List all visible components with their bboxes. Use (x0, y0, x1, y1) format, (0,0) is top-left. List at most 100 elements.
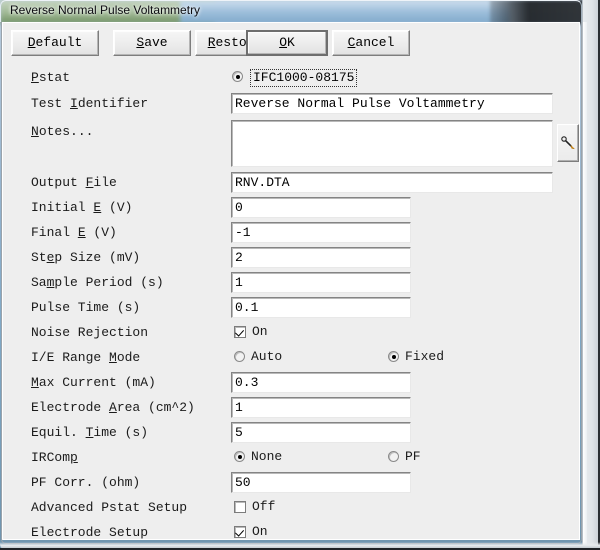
initial-e-label: Initial E (V) (31, 200, 132, 215)
ircomp-pf-indicator (388, 451, 399, 462)
ie-range-mode-fixed-label: Fixed (405, 349, 445, 364)
electrode-area-label-pre: Electrode (31, 400, 110, 415)
max-current-label: Max Current (mA) (31, 375, 156, 390)
dialog-client-area: Default Save Restore OK Cancel Pstat IFC… (2, 22, 580, 540)
test-identifier-label-rest: dentifier (77, 96, 149, 111)
default-button[interactable]: Default (11, 30, 99, 56)
pstat-label-rest: stat (38, 70, 71, 85)
notes-pen-button[interactable] (557, 124, 579, 162)
final-e-label-accel: E (77, 225, 86, 240)
equil-time-label-rest: ime (s) (93, 425, 149, 440)
equil-time-label-pre: Equil. (31, 425, 86, 440)
title-bar[interactable]: Reverse Normal Pulse Voltammetry (0, 0, 600, 22)
notes-label-accel: N (31, 124, 39, 139)
default-button-label: efault (35, 35, 83, 50)
ie-range-mode-fixed-radio[interactable]: Fixed (388, 349, 444, 364)
noise-rejection-checkbox-box (234, 325, 246, 338)
initial-e-input[interactable]: 0 (231, 197, 411, 218)
ie-range-mode-auto-label: Auto (251, 349, 283, 364)
ircomp-pf-label: PF (405, 449, 421, 464)
test-identifier-label-accel: I (70, 96, 78, 111)
cancel-button-label: ancel (355, 35, 395, 50)
notes-label-rest: otes... (38, 124, 94, 139)
ie-range-mode-label-rest: ode (116, 350, 141, 365)
ok-button-accel: O (279, 35, 287, 50)
output-file-label: Output File (31, 175, 117, 190)
pstat-value[interactable]: IFC1000-08175 (250, 69, 358, 87)
advanced-pstat-setup-checkbox[interactable]: Off (234, 499, 275, 514)
restore-button-accel: R (207, 35, 216, 50)
electrode-area-label-rest: rea (cm^2) (116, 400, 195, 415)
pstat-label-accel: P (31, 70, 39, 85)
ie-range-mode-auto-radio[interactable]: Auto (234, 349, 282, 364)
final-e-label: Final E (V) (31, 225, 117, 240)
ok-button[interactable]: OK (246, 30, 328, 56)
sample-period-label: Sample Period (s) (31, 275, 164, 290)
noise-rejection-label: Noise Rejection (31, 325, 149, 340)
electrode-setup-checkbox-box (234, 525, 246, 538)
ircomp-pf-radio[interactable]: PF (388, 449, 421, 464)
equil-time-label: Equil. Time (s) (31, 425, 148, 440)
step-size-label-pre: St (31, 250, 47, 265)
electrode-setup-checkbox-label: On (252, 524, 268, 539)
final-e-label-pre: Final (31, 225, 78, 240)
test-identifier-label: Test Identifier (31, 96, 148, 111)
test-identifier-label-pre: Test (31, 96, 71, 111)
window-title: Reverse Normal Pulse Voltammetry (10, 3, 201, 17)
ircomp-label: IRComp (31, 450, 78, 465)
notes-label: Notes... (31, 124, 93, 139)
save-button[interactable]: Save (113, 30, 191, 56)
final-e-input[interactable]: -1 (231, 222, 411, 243)
ircomp-none-label: None (251, 449, 283, 464)
output-file-label-rest: ile (93, 175, 117, 190)
cancel-button[interactable]: Cancel (332, 30, 410, 56)
pstat-radio-indicator (232, 71, 243, 82)
ircomp-none-indicator (234, 451, 245, 462)
ie-range-mode-label-pre: I/E Range (31, 350, 110, 365)
pulse-time-input[interactable]: 0.1 (231, 297, 411, 318)
notes-textarea[interactable] (231, 120, 553, 167)
initial-e-label-rest: (V) (101, 200, 133, 215)
noise-rejection-checkbox[interactable]: On (234, 324, 268, 339)
electrode-area-label: Electrode Area (cm^2) (31, 400, 195, 415)
window-frame-highlight (583, 22, 587, 550)
pstat-radio[interactable] (232, 71, 243, 82)
pf-corr-input[interactable]: 50 (231, 472, 411, 493)
step-size-input[interactable]: 2 (231, 247, 411, 268)
ok-button-label: K (287, 35, 295, 50)
electrode-area-input[interactable]: 1 (231, 397, 411, 418)
ircomp-label-pre: IRCom (31, 450, 71, 465)
pf-corr-label: PF Corr. (ohm) (31, 475, 141, 490)
output-file-label-pre: Output (31, 175, 86, 190)
dialog-window: Reverse Normal Pulse Voltammetry Default… (0, 0, 600, 550)
ie-range-mode-label: I/E Range Mode (31, 350, 140, 365)
noise-rejection-checkbox-label: On (252, 324, 268, 339)
max-current-input[interactable]: 0.3 (231, 372, 411, 393)
sample-period-label-pre: Sa (31, 275, 47, 290)
equil-time-input[interactable]: 5 (231, 422, 411, 443)
ie-range-mode-fixed-indicator (388, 351, 399, 362)
test-identifier-input[interactable]: Reverse Normal Pulse Voltammetry (231, 93, 553, 114)
output-file-input[interactable]: RNV.DTA (231, 172, 553, 193)
sample-period-input[interactable]: 1 (231, 272, 411, 293)
ircomp-none-radio[interactable]: None (234, 449, 282, 464)
advanced-pstat-setup-label: Advanced Pstat Setup (31, 500, 188, 515)
sample-period-label-rest: ple Period (s) (54, 275, 164, 290)
final-e-label-rest: (V) (85, 225, 117, 240)
step-size-label-rest: p Size (mV) (54, 250, 141, 265)
default-button-accel: D (27, 35, 36, 50)
pulse-time-label: Pulse Time (s) (31, 300, 141, 315)
ie-range-mode-label-accel: M (109, 350, 117, 365)
step-size-label: Step Size (mV) (31, 250, 140, 265)
window-right-frame (582, 0, 600, 550)
electrode-area-label-accel: A (109, 400, 117, 415)
electrode-setup-checkbox[interactable]: On (234, 524, 268, 539)
save-button-label: ave (144, 35, 168, 50)
ie-range-mode-auto-indicator (234, 351, 245, 362)
advanced-pstat-setup-checkbox-box (234, 500, 246, 513)
ircomp-label-accel: p (70, 450, 78, 465)
initial-e-label-pre: Initial (31, 200, 94, 215)
pstat-label: Pstat (31, 70, 70, 85)
max-current-label-accel: M (31, 375, 39, 390)
pen-icon (561, 136, 575, 150)
